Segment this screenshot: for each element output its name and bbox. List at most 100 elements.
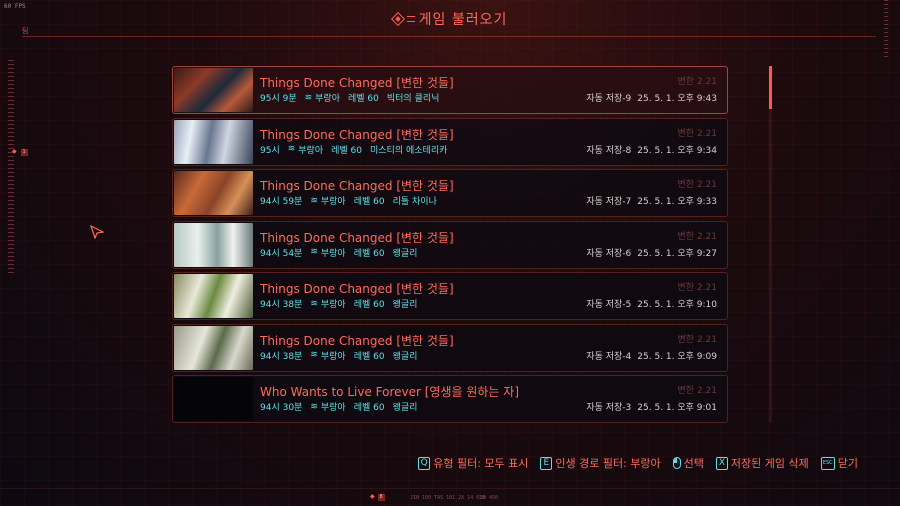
save-slot: 자동 저장-4 [586,351,632,362]
save-item-body: Who Wants to Live Forever [영생을 원하는 자] 변한… [254,376,727,422]
save-datetime: 25. 5. 1. 오후 9:10 [637,300,717,310]
save-item[interactable]: Things Done Changed [변한 것들] 변한 2.21 95시 … [172,66,728,114]
save-playtime: 94시 59분 [260,197,303,207]
save-location: 리틀 차이나 [392,197,437,207]
streetkid-lifepath-icon: ≋ [310,195,318,206]
save-title: Things Done Changed [변한 것들] [260,282,454,296]
save-slot-info: 자동 저장-9 25. 5. 1. 오후 9:43 [580,91,717,104]
save-item[interactable]: Things Done Changed [변한 것들] 변한 2.21 94시 … [172,169,728,217]
save-location: 왱글리 [392,248,418,259]
save-lifepath-label: 부랑아 [320,351,346,362]
save-lifepath-label: 부랑아 [320,403,346,413]
streetkid-lifepath-icon: ≋ [310,247,318,257]
left-hud-rail [8,60,14,275]
save-playtime: 94시 30분 [260,403,303,413]
save-title: Things Done Changed [변한 것들] [260,230,454,245]
save-lifepath-label: 부랑아 [320,248,346,259]
save-thumbnail [174,119,253,164]
save-lifepath: ≋ 부랑아 [288,143,323,156]
save-playtime: 94시 38분 [260,300,303,310]
save-title: Things Done Changed [변한 것들] [260,179,454,193]
save-version: 변한 2.21 [677,283,717,293]
mouse-cursor-icon [90,225,104,239]
save-location: 미스티의 에소테리카 [370,145,448,156]
save-item[interactable]: Things Done Changed [변한 것들] 변한 2.21 94시 … [172,272,728,320]
save-version: 변한 2.21 [677,128,717,139]
type-filter-hint[interactable]: Q 유형 필터: 모두 표시 [418,455,528,471]
save-thumbnail [174,68,253,112]
save-item[interactable]: Things Done Changed [변한 것들] 변한 2.21 94시 … [172,323,728,372]
save-item[interactable]: Things Done Changed [변한 것들] 변한 2.21 95시 … [172,117,728,166]
save-level: 레벨 60 [348,94,379,104]
save-datetime: 25. 5. 1. 오후 9:09 [637,351,717,362]
save-playtime: 95시 9분 [260,94,297,104]
save-slot: 자동 저장-9 [586,94,632,104]
save-meta: 94시 54분 ≋ 부랑아 레벨 60 왱글리 [260,246,417,259]
save-version: 변한 2.21 [677,334,717,345]
left-hud-marker-value: 1 [20,149,28,156]
save-datetime: 25. 5. 1. 오후 9:43 [637,94,717,104]
save-item[interactable]: Who Wants to Live Forever [영생을 원하는 자] 변한… [172,375,728,423]
save-list-scrollbar[interactable] [769,66,772,423]
save-lifepath-label: 부랑아 [320,197,346,207]
select-hint[interactable]: 선택 [672,455,704,471]
type-filter-label: 유형 필터: 모두 표시 [433,457,529,470]
save-slot: 자동 저장-3 [586,403,632,413]
save-level: 레벨 60 [353,403,385,413]
select-label: 선택 [683,457,704,470]
save-lifepath: ≋ 부랑아 [310,297,345,311]
save-item[interactable]: Things Done Changed [변한 것들] 변한 2.21 94시 … [172,220,728,269]
save-datetime: 25. 5. 1. 오후 9:01 [637,403,717,413]
lifepath-filter-hint[interactable]: E 인생 경로 필터: 부랑아 [540,455,661,471]
bottom-hud-coords: JIN 100 TAS 101 2X 14 659 [410,495,486,501]
save-level: 레벨 60 [331,145,362,156]
save-meta: 94시 59분 ≋ 부랑아 레벨 60 리틀 차이나 [260,194,437,208]
save-version: 변한 2.21 [677,180,717,190]
save-lifepath-label: 부랑아 [298,145,324,156]
page-header: 게임 불러오기 [0,9,900,29]
delete-save-hint[interactable]: X 저장된 게임 삭제 [715,455,809,471]
save-datetime: 25. 5. 1. 오후 9:34 [637,145,717,156]
save-slot: 자동 저장-8 [586,145,632,156]
save-thumbnail [174,377,253,421]
save-item-body: Things Done Changed [변한 것들] 변한 2.21 95시 … [254,67,727,113]
save-version: 변한 2.21 [677,386,717,396]
save-slot-info: 자동 저장-6 25. 5. 1. 오후 9:27 [580,246,717,259]
save-lifepath: ≋ 부랑아 [304,91,340,105]
save-meta: 94시 38분 ≋ 부랑아 레벨 60 왱글리 [260,349,417,362]
save-slot-info: 자동 저장-8 25. 5. 1. 오후 9:34 [580,143,717,156]
x-key-icon: X [715,456,728,470]
save-thumbnail [174,274,253,318]
streetkid-lifepath-icon: ≋ [304,92,313,103]
save-slot-info: 자동 저장-4 25. 5. 1. 오후 9:09 [580,349,717,362]
mouse-left-click-icon [672,457,681,469]
load-game-icon [390,11,405,27]
lifepath-filter-label: 인생 경로 필터: 부랑아 [555,457,661,470]
save-datetime: 25. 5. 1. 오후 9:33 [637,197,717,207]
save-location: 왱글리 [392,403,418,413]
save-lifepath: ≋ 부랑아 [310,349,345,362]
save-location: 왱글리 [392,300,418,310]
scrollbar-thumb[interactable] [769,66,772,109]
save-level: 레벨 60 [353,300,385,310]
page-title: 게임 불러오기 [418,12,508,28]
save-version: 변한 2.21 [677,231,717,242]
save-meta: 95시 9분 ≋ 부랑아 레벨 60 빅터의 클리닉 [260,91,439,105]
save-level: 레벨 60 [353,248,385,259]
save-slot: 자동 저장-7 [586,197,632,207]
footer-hints: Q 유형 필터: 모두 표시 E 인생 경로 필터: 부랑아 선택 X 저장된 … [418,455,858,471]
save-level: 레벨 60 [353,351,385,362]
streetkid-lifepath-icon: ≋ [310,298,318,309]
delete-save-label: 저장된 게임 삭제 [730,457,809,470]
save-slot-info: 자동 저장-7 25. 5. 1. 오후 9:33 [580,194,717,207]
close-hint[interactable]: ESC 닫기 [820,455,858,471]
save-item-body: Things Done Changed [변한 것들] 변한 2.21 95시 … [254,119,727,165]
save-item-body: Things Done Changed [변한 것들] 변한 2.21 94시 … [254,273,727,319]
save-level: 레벨 60 [353,197,385,207]
save-playtime: 94시 38분 [260,351,303,362]
save-slot-info: 자동 저장-3 25. 5. 1. 오후 9:01 [580,400,717,413]
save-meta: 94시 30분 ≋ 부랑아 레벨 60 왱글리 [260,400,418,414]
streetkid-lifepath-icon: ≋ [287,144,296,154]
save-thumbnail [174,222,253,267]
save-slot: 자동 저장-6 [586,248,632,259]
